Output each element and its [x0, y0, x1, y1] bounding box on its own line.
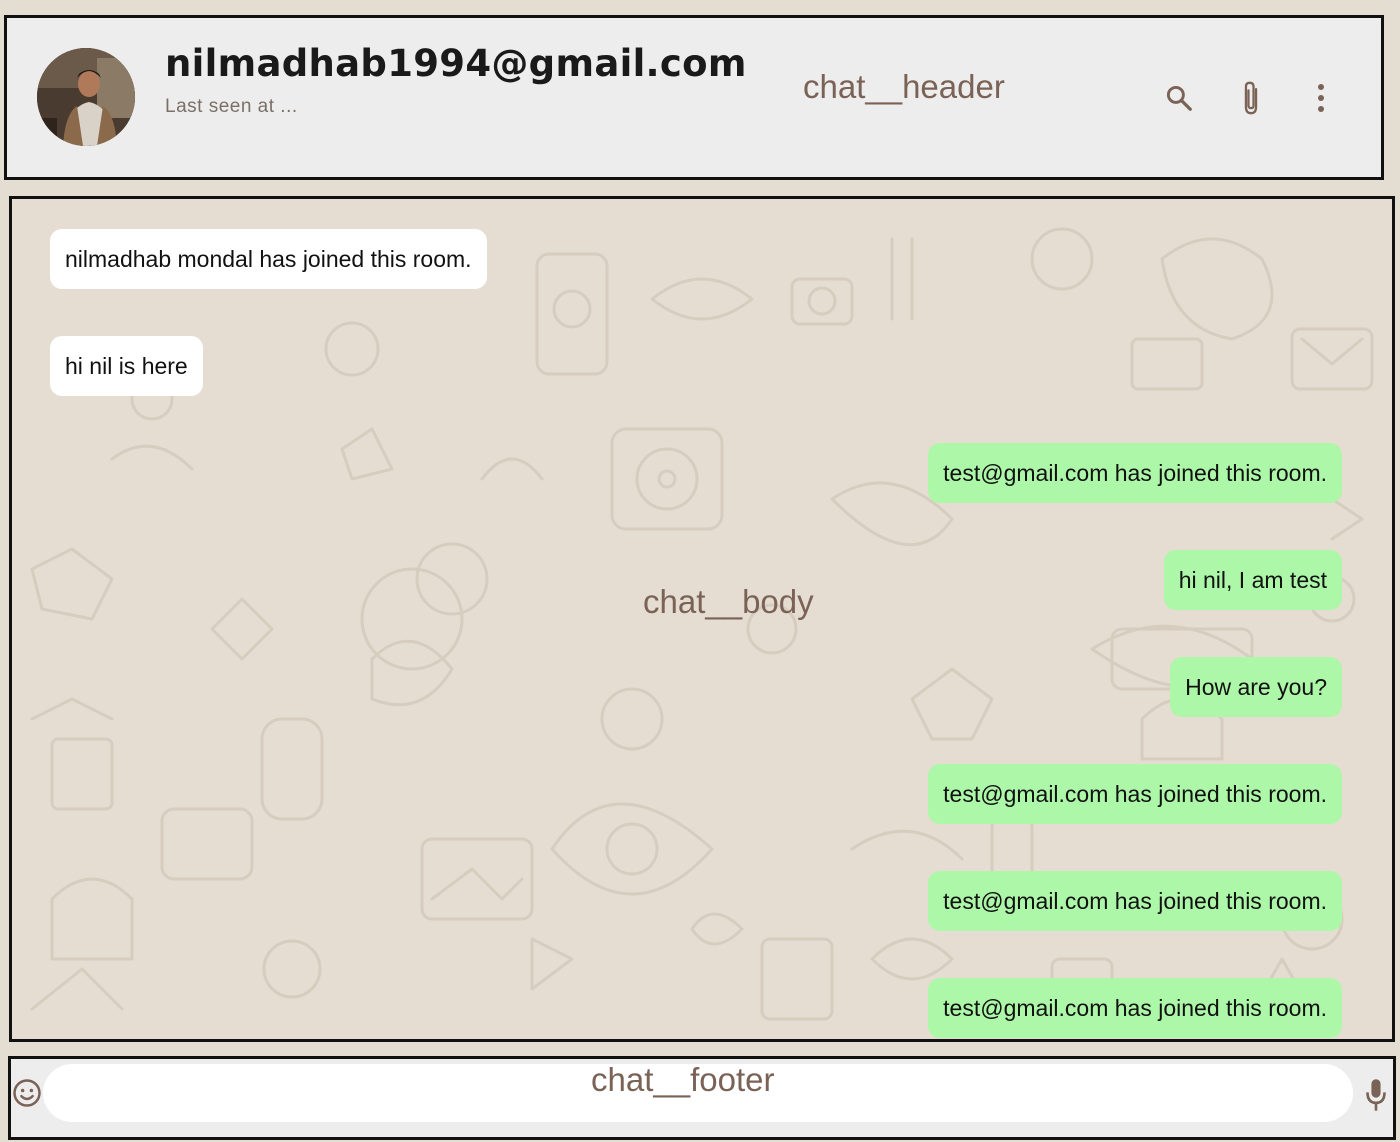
chat-header: nilmadhab1994@gmail.com Last seen at ...… — [4, 15, 1384, 180]
message-bubble-outgoing[interactable]: hi nil, I am test — [1163, 550, 1342, 610]
message-bubble-outgoing[interactable]: How are you? — [1170, 657, 1342, 717]
avatar[interactable] — [37, 48, 135, 146]
message-bubble-outgoing[interactable]: test@gmail.com has joined this room. — [928, 978, 1342, 1038]
search-button[interactable] — [1159, 76, 1199, 120]
header-info: nilmadhab1994@gmail.com Last seen at ... — [165, 42, 747, 118]
message-bubble-outgoing[interactable]: test@gmail.com has joined this room. — [928, 443, 1342, 503]
mic-button[interactable] — [1361, 1075, 1391, 1115]
emoji-icon — [13, 1079, 41, 1107]
message-bubble-incoming[interactable]: nilmadhab mondal has joined this room. — [50, 229, 487, 289]
message-input[interactable] — [43, 1064, 1353, 1122]
message-bubble-outgoing[interactable]: test@gmail.com has joined this room. — [928, 764, 1342, 824]
body-section-label: chat__body — [643, 583, 814, 620]
header-section-label: chat__header — [803, 68, 1005, 105]
search-icon — [1166, 85, 1192, 111]
message-bubble-outgoing[interactable]: test@gmail.com has joined this room. — [928, 871, 1342, 931]
avatar-photo — [37, 48, 135, 146]
attach-button[interactable] — [1231, 76, 1271, 120]
more-options-button[interactable] — [1301, 76, 1341, 120]
emoji-button[interactable] — [11, 1075, 43, 1111]
contact-name: nilmadhab1994@gmail.com — [165, 42, 747, 85]
more-vert-icon — [1318, 84, 1324, 112]
chat-body: chat__body nilmadhab mondal has joined t… — [9, 196, 1395, 1042]
last-seen-text: Last seen at ... — [165, 96, 298, 118]
attach-icon — [1244, 81, 1258, 115]
message-bubble-incoming[interactable]: hi nil is here — [50, 336, 203, 396]
mic-icon — [1366, 1079, 1386, 1111]
chat-window: nilmadhab1994@gmail.com Last seen at ...… — [0, 0, 1400, 1142]
chat-footer: chat__footer — [8, 1056, 1396, 1140]
